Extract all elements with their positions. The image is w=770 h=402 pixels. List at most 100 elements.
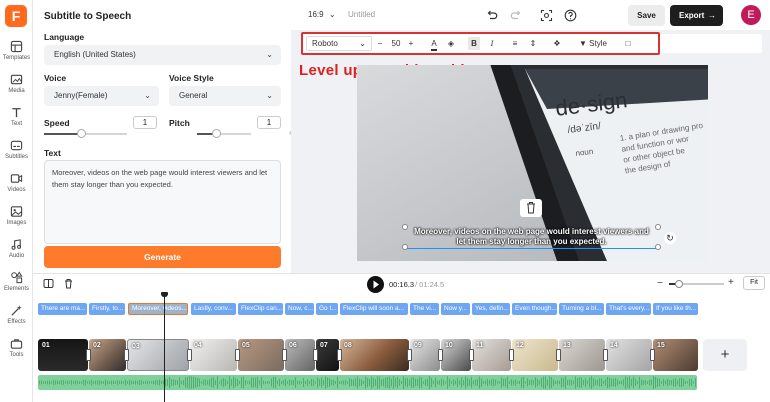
- playhead-line[interactable]: [164, 294, 165, 402]
- video-clip[interactable]: 08: [340, 339, 409, 371]
- style-button[interactable]: ▼ Style: [575, 34, 611, 53]
- line-spacing-icon[interactable]: ⇕: [527, 34, 539, 53]
- pitch-slider[interactable]: [197, 129, 251, 138]
- caption-block[interactable]: Even though...: [512, 303, 557, 315]
- add-clip-button[interactable]: +: [703, 339, 747, 371]
- play-button[interactable]: [367, 276, 384, 293]
- caption-block[interactable]: Yes, defin...: [472, 303, 510, 315]
- redo-icon[interactable]: [510, 9, 522, 21]
- transition-handle[interactable]: [603, 349, 608, 361]
- resize-handle[interactable]: [402, 224, 408, 230]
- user-avatar[interactable]: E: [741, 5, 761, 25]
- trash-icon[interactable]: [63, 278, 74, 289]
- rail-media[interactable]: Media: [0, 73, 33, 105]
- rail-tools[interactable]: Tools: [0, 337, 33, 369]
- resize-handle[interactable]: [655, 224, 661, 230]
- transition-handle[interactable]: [556, 349, 561, 361]
- rail-text[interactable]: Text: [0, 106, 33, 138]
- speech-text-area[interactable]: Moreover, videos on the web page would i…: [44, 160, 281, 244]
- generate-button[interactable]: Generate: [44, 246, 281, 268]
- rail-elements[interactable]: Elements: [0, 271, 33, 303]
- video-clip[interactable]: 14: [606, 339, 652, 371]
- video-clip[interactable]: 13: [559, 339, 605, 371]
- caption-block[interactable]: FlexClip will soon a...: [340, 303, 408, 315]
- audio-track[interactable]: [38, 375, 697, 390]
- caption-block[interactable]: If you like th...: [653, 303, 698, 315]
- transition-handle[interactable]: [86, 349, 91, 361]
- transition-handle[interactable]: [124, 349, 129, 361]
- video-clip[interactable]: 15: [653, 339, 698, 371]
- rail-audio[interactable]: Audio: [0, 238, 33, 270]
- video-clip[interactable]: 01: [38, 339, 88, 371]
- transition-handle[interactable]: [407, 349, 412, 361]
- font-select[interactable]: Roboto ⌄: [306, 36, 372, 51]
- zoom-slider-knob[interactable]: [675, 280, 683, 288]
- rail-videos[interactable]: Videos: [0, 172, 33, 204]
- caption-block[interactable]: Firstly, to...: [89, 303, 125, 315]
- speed-slider-knob[interactable]: [77, 129, 86, 138]
- voice-select[interactable]: Jenny(Female) ⌄: [44, 86, 159, 106]
- transition-handle[interactable]: [187, 349, 192, 361]
- zoom-out-icon[interactable]: −: [657, 278, 663, 289]
- caption-block-selected[interactable]: Moreover, videos...: [128, 303, 188, 315]
- transition-handle[interactable]: [235, 349, 240, 361]
- transition-handle[interactable]: [509, 349, 514, 361]
- transition-handle[interactable]: [438, 349, 443, 361]
- layers-icon[interactable]: ❖: [551, 34, 563, 53]
- align-icon[interactable]: ≡: [509, 34, 521, 53]
- speed-slider[interactable]: [44, 129, 127, 138]
- screenshot-icon[interactable]: [540, 9, 553, 22]
- caption-block[interactable]: Go t...: [316, 303, 338, 315]
- language-select[interactable]: English (United States) ⌄: [44, 45, 281, 65]
- subtitle-text-box[interactable]: Moreover, videos on the web page would i…: [406, 227, 657, 248]
- video-clip[interactable]: 04: [190, 339, 237, 371]
- pitch-slider-knob[interactable]: [212, 129, 221, 138]
- resize-handle[interactable]: [655, 244, 661, 250]
- export-button[interactable]: Export →: [670, 5, 723, 26]
- zoom-in-icon[interactable]: +: [728, 277, 734, 288]
- video-clip[interactable]: 09: [410, 339, 440, 371]
- video-clip[interactable]: 02: [89, 339, 126, 371]
- caption-block[interactable]: Now y...: [441, 303, 470, 315]
- comment-icon[interactable]: □: [621, 34, 635, 53]
- speed-input[interactable]: 1: [133, 116, 157, 129]
- caption-block[interactable]: Turning a bl...: [559, 303, 604, 315]
- highlight-color-icon[interactable]: ◈: [445, 34, 457, 53]
- flexclip-logo[interactable]: F: [5, 5, 27, 27]
- font-size-decrease[interactable]: −: [375, 34, 385, 53]
- undo-icon[interactable]: [486, 9, 498, 21]
- transition-handle[interactable]: [282, 349, 287, 361]
- video-clip[interactable]: 05: [238, 339, 284, 371]
- transition-handle[interactable]: [313, 349, 318, 361]
- rail-effects[interactable]: Effects: [0, 304, 33, 336]
- project-title[interactable]: Untitled: [348, 10, 375, 19]
- transition-handle[interactable]: [650, 349, 655, 361]
- video-clip[interactable]: 06: [285, 339, 315, 371]
- caption-block[interactable]: The vi...: [410, 303, 439, 315]
- rail-subtitles[interactable]: Subtitles: [0, 139, 33, 171]
- playhead-handle[interactable]: [161, 292, 168, 297]
- pitch-input[interactable]: 1: [257, 116, 281, 129]
- rail-templates[interactable]: Templates: [0, 40, 33, 72]
- video-clip[interactable]: 07: [316, 339, 339, 371]
- fit-button[interactable]: Fit: [743, 276, 765, 290]
- transition-handle[interactable]: [469, 349, 474, 361]
- delete-subtitle-button[interactable]: [520, 199, 542, 217]
- resize-handle[interactable]: [402, 244, 408, 250]
- zoom-slider[interactable]: [669, 280, 724, 288]
- caption-block[interactable]: Lastly, conv...: [191, 303, 236, 315]
- video-clip[interactable]: 12: [512, 339, 558, 371]
- transition-handle[interactable]: [337, 349, 342, 361]
- help-icon[interactable]: [564, 9, 577, 22]
- video-clip[interactable]: 10: [441, 339, 471, 371]
- font-size-increase[interactable]: +: [406, 34, 416, 53]
- split-icon[interactable]: [43, 278, 54, 289]
- save-button[interactable]: Save: [628, 5, 665, 26]
- text-color-icon[interactable]: A: [428, 34, 440, 53]
- rotate-icon[interactable]: ↻: [664, 232, 676, 244]
- caption-block[interactable]: FlexClip can...: [238, 303, 283, 315]
- italic-icon[interactable]: I: [486, 34, 498, 53]
- aspect-ratio-select[interactable]: 16:9 ⌄: [308, 10, 336, 19]
- rail-images[interactable]: Images: [0, 205, 33, 237]
- caption-block[interactable]: There are ma...: [38, 303, 87, 315]
